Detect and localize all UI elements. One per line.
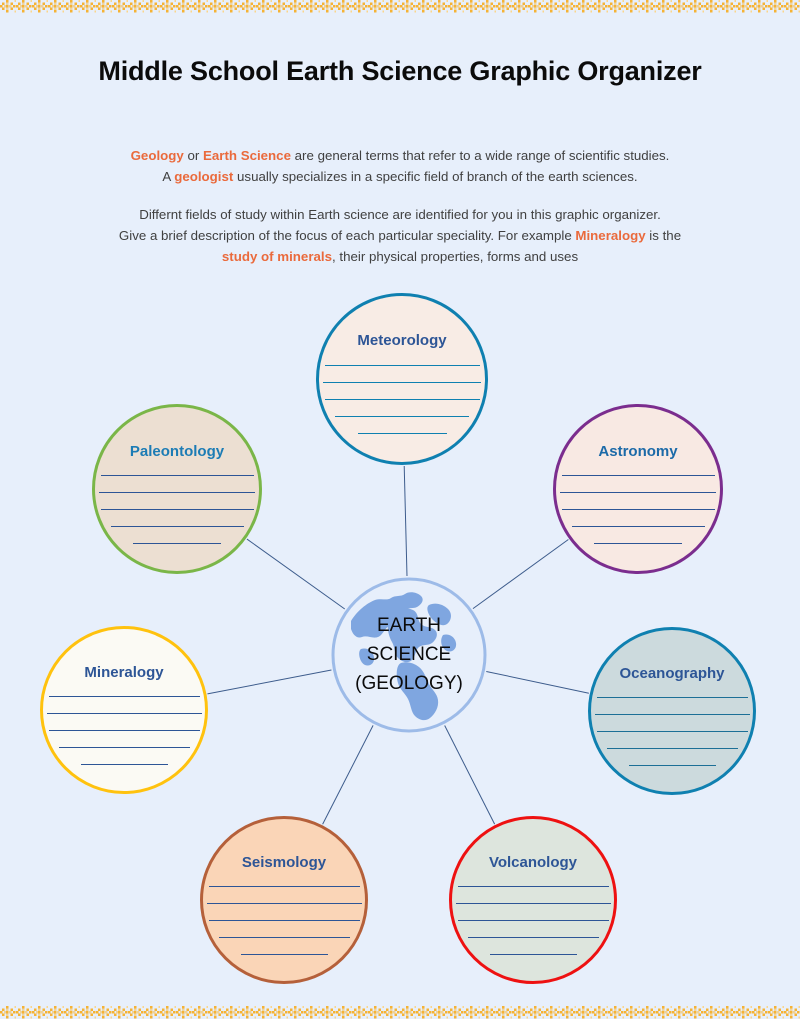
- bubble-seismology[interactable]: Seismology: [200, 816, 368, 984]
- bubble-astronomy[interactable]: Astronomy: [553, 404, 723, 574]
- bubble-rule-line[interactable]: [323, 382, 481, 383]
- connector-center-to-meteorology: [403, 465, 408, 577]
- bubble-rule-line[interactable]: [561, 475, 715, 476]
- bubble-rule-line[interactable]: [457, 886, 609, 887]
- bubble-rule-line[interactable]: [594, 543, 682, 544]
- earth-label-line-2: SCIENCE: [366, 644, 452, 665]
- bubble-oceanography[interactable]: Oceanography: [588, 627, 756, 795]
- bubble-rules-meteorology: [319, 365, 485, 450]
- bubble-rule-line[interactable]: [80, 764, 168, 765]
- bubble-label-paleontology: Paleontology: [129, 443, 225, 460]
- bubble-rule-line[interactable]: [560, 492, 716, 493]
- bubble-rule-line[interactable]: [206, 903, 362, 904]
- bubble-rule-line[interactable]: [208, 886, 360, 887]
- bubble-rule-line[interactable]: [489, 954, 577, 955]
- bubble-rule-line[interactable]: [357, 433, 447, 434]
- connector-center-to-astronomy: [472, 539, 569, 610]
- earth-center-label: EARTH SCIENCE (GEOLOGY): [331, 611, 487, 698]
- bubble-rule-line[interactable]: [594, 714, 750, 715]
- bubble-rule-line[interactable]: [48, 696, 200, 697]
- bubble-rule-line[interactable]: [596, 697, 748, 698]
- bubble-rule-line[interactable]: [606, 748, 738, 749]
- bubble-rule-line[interactable]: [208, 920, 360, 921]
- bubble-rule-line[interactable]: [99, 492, 255, 493]
- connector-center-to-volcanology: [444, 725, 496, 825]
- bubble-label-oceanography: Oceanography: [619, 665, 725, 682]
- bubble-rule-line[interactable]: [628, 765, 716, 766]
- bubble-paleontology[interactable]: Paleontology: [92, 404, 262, 574]
- bubble-rule-line[interactable]: [324, 365, 480, 366]
- bubble-rule-line[interactable]: [561, 509, 715, 510]
- earth-science-center-node[interactable]: EARTH SCIENCE (GEOLOGY): [331, 577, 487, 733]
- bubble-rule-line[interactable]: [100, 509, 254, 510]
- bubble-rule-line[interactable]: [58, 747, 190, 748]
- bubble-label-seismology: Seismology: [241, 854, 327, 871]
- bubble-rules-oceanography: [591, 697, 753, 782]
- bubble-mineralogy[interactable]: Mineralogy: [40, 626, 208, 794]
- bubble-rules-paleontology: [95, 475, 259, 560]
- bubble-rules-seismology: [203, 886, 365, 971]
- bubble-rule-line[interactable]: [218, 937, 350, 938]
- connector-center-to-mineralogy: [207, 669, 332, 695]
- bubble-label-meteorology: Meteorology: [357, 332, 447, 349]
- bubble-label-astronomy: Astronomy: [598, 443, 678, 460]
- bubble-rule-line[interactable]: [133, 543, 221, 544]
- bubble-rule-line[interactable]: [240, 954, 328, 955]
- bubble-rule-line[interactable]: [596, 731, 748, 732]
- bubble-volcanology[interactable]: Volcanology: [449, 816, 617, 984]
- bubble-rule-line[interactable]: [335, 416, 469, 417]
- bubble-rules-mineralogy: [43, 696, 205, 781]
- connector-center-to-seismology: [322, 725, 374, 825]
- bubble-rule-line[interactable]: [46, 713, 202, 714]
- bubble-rules-astronomy: [556, 475, 720, 560]
- bubble-label-volcanology: Volcanology: [488, 854, 578, 871]
- bubble-rule-line[interactable]: [467, 937, 599, 938]
- bubble-label-mineralogy: Mineralogy: [84, 664, 164, 681]
- bubble-rules-volcanology: [452, 886, 614, 971]
- bubble-rule-line[interactable]: [571, 526, 705, 527]
- bubble-rule-line[interactable]: [100, 475, 254, 476]
- bubble-rule-line[interactable]: [457, 920, 609, 921]
- bubble-rule-line[interactable]: [324, 399, 480, 400]
- bubble-rule-line[interactable]: [110, 526, 244, 527]
- earth-label-line-1: EARTH: [376, 615, 442, 636]
- bubble-rule-line[interactable]: [455, 903, 611, 904]
- bubble-meteorology[interactable]: Meteorology: [316, 293, 488, 465]
- earth-label-line-3: (GEOLOGY): [355, 673, 463, 694]
- bubble-rule-line[interactable]: [48, 730, 200, 731]
- connector-center-to-oceanography: [486, 670, 589, 694]
- graphic-organizer-diagram: Meteorology Paleontology Astronomy Mineralo…: [0, 0, 800, 1019]
